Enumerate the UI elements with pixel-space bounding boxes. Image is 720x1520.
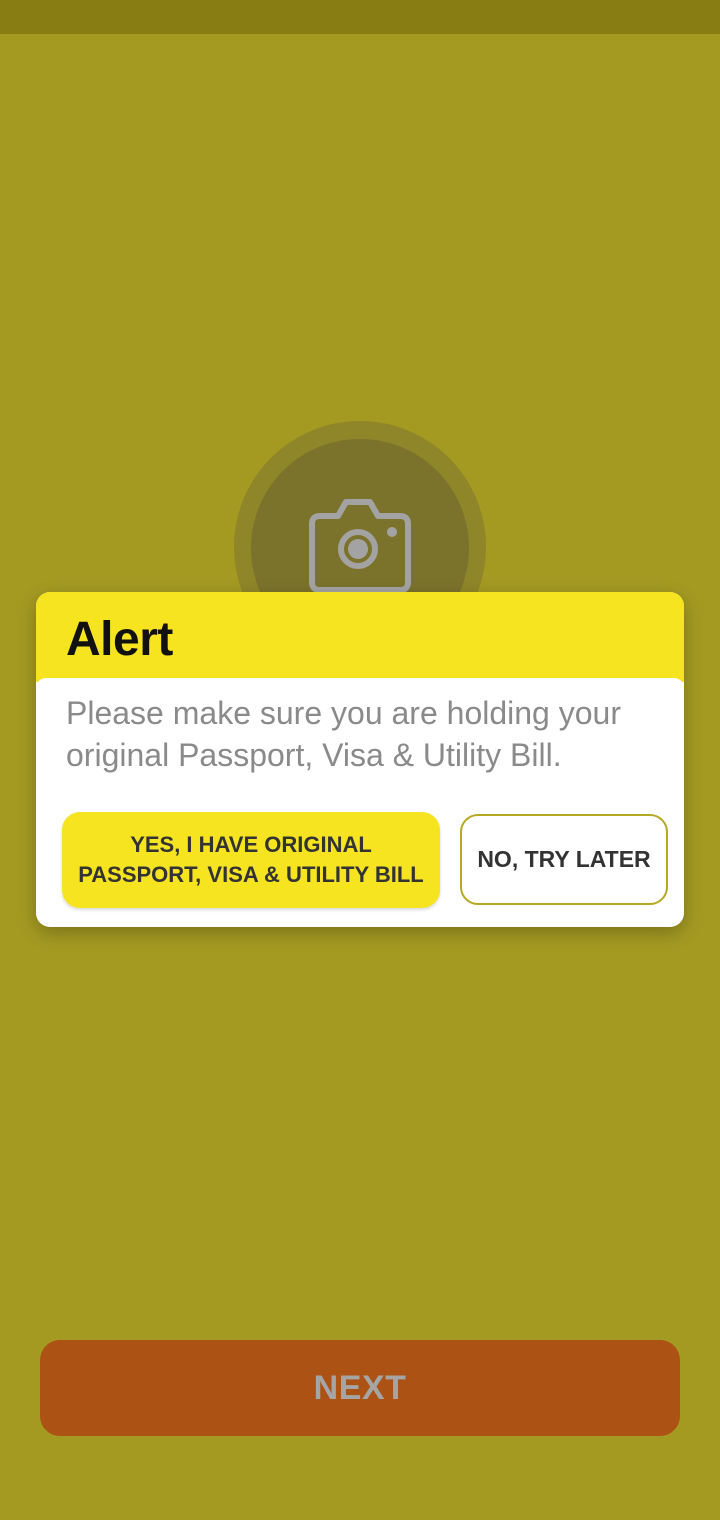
alert-title: Alert — [66, 613, 173, 666]
confirm-documents-button[interactable]: YES, I HAVE ORIGINAL PASSPORT, VISA & UT… — [62, 812, 440, 908]
next-button[interactable]: NEXT — [40, 1340, 680, 1436]
camera-icon — [309, 499, 411, 593]
try-later-button[interactable]: NO, TRY LATER — [460, 814, 668, 905]
alert-message: Please make sure you are holding your or… — [66, 695, 621, 773]
screen: Alert Please make sure you are holding y… — [0, 0, 720, 1520]
status-bar — [0, 0, 720, 34]
alert-dialog: Alert Please make sure you are holding y… — [36, 592, 684, 927]
